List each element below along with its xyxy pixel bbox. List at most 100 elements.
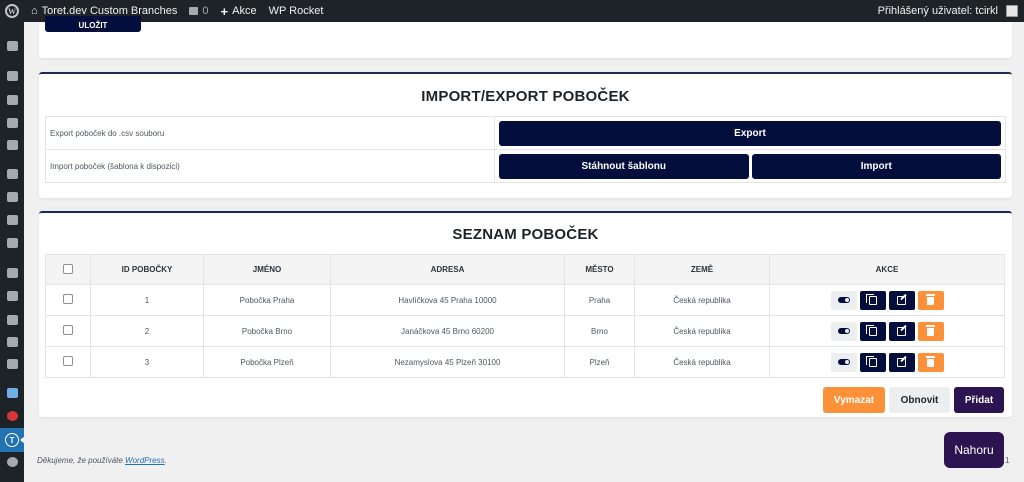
row-checkbox[interactable]	[63, 325, 73, 335]
edit-icon	[897, 295, 906, 305]
column-header-address: ADRESA	[330, 254, 565, 285]
trash-icon	[926, 325, 935, 336]
pages-icon[interactable]	[5, 117, 19, 129]
bulk-actions: Vymazat Obnovit Přidat	[823, 387, 1004, 413]
admin-footer: Děkujeme, že používáte WordPress.	[37, 456, 167, 465]
row-checkbox[interactable]	[63, 356, 73, 366]
plugins-icon[interactable]	[5, 290, 19, 302]
user-account-link[interactable]: Přihlášený uživatel: tcirkl	[872, 0, 1024, 22]
export-row: Export poboček do .csv souboru Export	[45, 116, 1006, 150]
version-text: 1	[1005, 456, 1010, 465]
column-header-actions: AKCE	[769, 254, 1005, 285]
media-icon[interactable]	[5, 94, 19, 106]
import-export-title: IMPORT/EXPORT POBOČEK	[421, 88, 630, 105]
edit-button[interactable]	[888, 321, 915, 341]
row-checkbox[interactable]	[63, 294, 73, 304]
settings-icon[interactable]	[5, 358, 19, 370]
download-template-button[interactable]: Stáhnout šablonu	[499, 153, 749, 179]
branch-name: Pobočka Brno	[203, 315, 331, 347]
trash-icon	[926, 294, 935, 305]
duplicate-button[interactable]	[859, 321, 886, 341]
plugin-circle-icon[interactable]	[5, 410, 19, 422]
comments-icon[interactable]	[5, 139, 19, 151]
add-branch-button[interactable]: Přidat	[954, 387, 1004, 413]
column-header-name: JMÉNO	[203, 254, 331, 285]
avatar	[1006, 5, 1018, 17]
copy-icon	[865, 293, 877, 305]
table-row: 3 Pobočka Plzeň Nezamyslova 45 Plzeň 301…	[45, 346, 1005, 378]
branch-id: 2	[90, 315, 204, 347]
column-header-city: MĚSTO	[564, 254, 635, 285]
branches-plugin-icon[interactable]	[5, 387, 19, 399]
toret-menu-icon[interactable]: T	[0, 428, 25, 452]
refresh-button[interactable]: Obnovit	[889, 387, 950, 413]
delete-row-button[interactable]	[917, 290, 944, 310]
export-button[interactable]: Export	[499, 120, 1001, 146]
trash-icon	[926, 356, 935, 367]
comments-link[interactable]: 0	[183, 0, 214, 22]
toggle-active-button[interactable]	[830, 290, 857, 310]
table-header: ID POBOČKY JMÉNO ADRESA MĚSTO ZEMĚ AKCE	[45, 254, 1005, 285]
branches-card: SEZNAM POBOČEK ID POBOČKY JMÉNO ADRESA M…	[39, 211, 1012, 417]
branch-country: Česká republika	[634, 284, 770, 316]
settings-card: ULOŽIT	[39, 16, 1012, 58]
appearance-icon[interactable]	[5, 267, 19, 279]
import-row: Import poboček (šablona k dispozici) Stá…	[45, 149, 1006, 183]
branches-table: ID POBOČKY JMÉNO ADRESA MĚSTO ZEMĚ AKCE …	[45, 254, 1005, 378]
new-content-link[interactable]: + Akce	[215, 0, 263, 22]
branch-id: 1	[90, 284, 204, 316]
column-header-country: ZEMĚ	[634, 254, 770, 285]
copy-icon	[865, 355, 877, 367]
collapse-menu-icon[interactable]	[5, 456, 19, 468]
branches-title: SEZNAM POBOČEK	[452, 226, 599, 243]
branch-name: Pobočka Plzeň	[203, 346, 331, 378]
branch-name: Pobočka Praha	[203, 284, 331, 316]
wp-rocket-link[interactable]: WP Rocket	[263, 0, 330, 22]
toggle-active-button[interactable]	[830, 321, 857, 341]
branch-country: Česká republika	[634, 315, 770, 347]
select-all-checkbox[interactable]	[63, 263, 73, 274]
comment-icon	[189, 7, 199, 15]
duplicate-button[interactable]	[859, 352, 886, 372]
home-icon: ⌂	[31, 5, 38, 17]
branch-address: Nezamyslova 45 Plzeň 30100	[330, 346, 565, 378]
products-icon[interactable]	[5, 191, 19, 203]
branch-city: Brno	[564, 315, 635, 347]
footer-thanks-suffix: .	[164, 456, 167, 465]
copy-icon	[865, 324, 877, 336]
export-label: Export poboček do .csv souboru	[45, 116, 495, 150]
branch-city: Plzeň	[564, 346, 635, 378]
duplicate-button[interactable]	[859, 290, 886, 310]
save-button[interactable]: ULOŽIT	[45, 16, 141, 32]
comments-count: 0	[202, 5, 209, 17]
edit-button[interactable]	[888, 352, 915, 372]
wp-rocket-label: WP Rocket	[268, 5, 324, 17]
dashboard-icon[interactable]	[5, 40, 19, 52]
pin-icon[interactable]	[5, 70, 19, 82]
import-export-card: IMPORT/EXPORT POBOČEK Export poboček do …	[39, 72, 1012, 198]
toggle-active-button[interactable]	[830, 352, 857, 372]
delete-row-button[interactable]	[917, 321, 944, 341]
woocommerce-icon[interactable]	[5, 168, 19, 180]
delete-selected-button[interactable]: Vymazat	[823, 387, 885, 413]
analytics-icon[interactable]	[5, 214, 19, 226]
wordpress-icon: W	[5, 4, 19, 18]
column-header-id: ID POBOČKY	[90, 254, 204, 285]
delete-row-button[interactable]	[917, 352, 944, 372]
new-content-label: Akce	[232, 5, 257, 17]
select-all-cell	[45, 254, 91, 285]
users-icon[interactable]	[5, 314, 19, 326]
marketing-icon[interactable]	[5, 237, 19, 249]
import-label: Import poboček (šablona k dispozici)	[45, 149, 495, 183]
table-row: 2 Pobočka Brno Janáčkova 45 Brno 60200 B…	[45, 315, 1005, 347]
edit-button[interactable]	[888, 290, 915, 310]
wordpress-logo-button[interactable]: W	[0, 0, 25, 22]
branch-country: Česká republika	[634, 346, 770, 378]
scroll-to-top-button[interactable]: Nahoru	[944, 432, 1004, 468]
wordpress-link[interactable]: WordPress	[125, 456, 165, 465]
import-button[interactable]: Import	[751, 153, 1001, 179]
branch-address: Havlíčkova 45 Praha 10000	[330, 284, 565, 316]
toggle-icon	[837, 297, 850, 303]
edit-icon	[897, 357, 906, 367]
tools-icon[interactable]	[5, 336, 19, 348]
